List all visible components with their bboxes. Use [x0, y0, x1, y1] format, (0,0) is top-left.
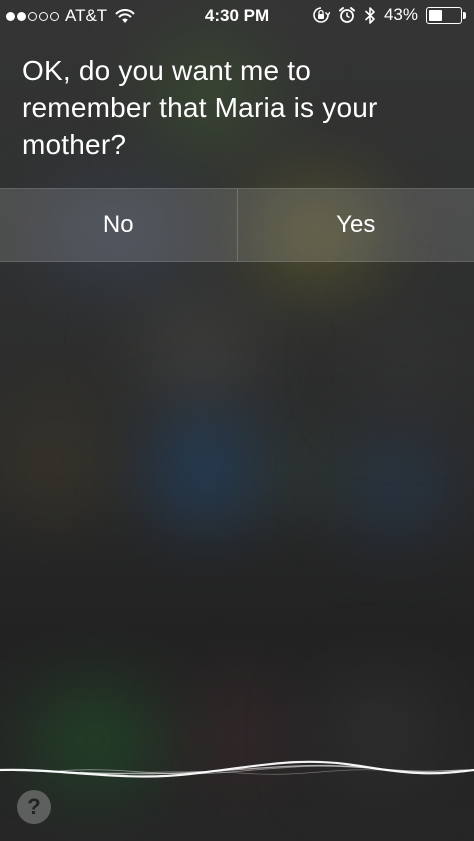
confirmation-choices: No Yes: [0, 188, 474, 262]
alarm-icon: [338, 6, 356, 24]
status-right: 43%: [312, 5, 466, 25]
siri-waveform[interactable]: [0, 738, 474, 798]
yes-button[interactable]: Yes: [236, 189, 474, 261]
help-button[interactable]: ?: [17, 790, 51, 824]
bluetooth-icon: [364, 6, 376, 25]
battery-icon: [426, 6, 466, 24]
battery-percentage: 43%: [383, 5, 418, 24]
rotation-lock-icon: [312, 6, 330, 24]
siri-response-text: OK, do you want me to remember that Mari…: [22, 55, 378, 160]
status-bar: AT&T 4:30 PM 43%: [0, 0, 474, 32]
no-button[interactable]: No: [0, 189, 237, 261]
